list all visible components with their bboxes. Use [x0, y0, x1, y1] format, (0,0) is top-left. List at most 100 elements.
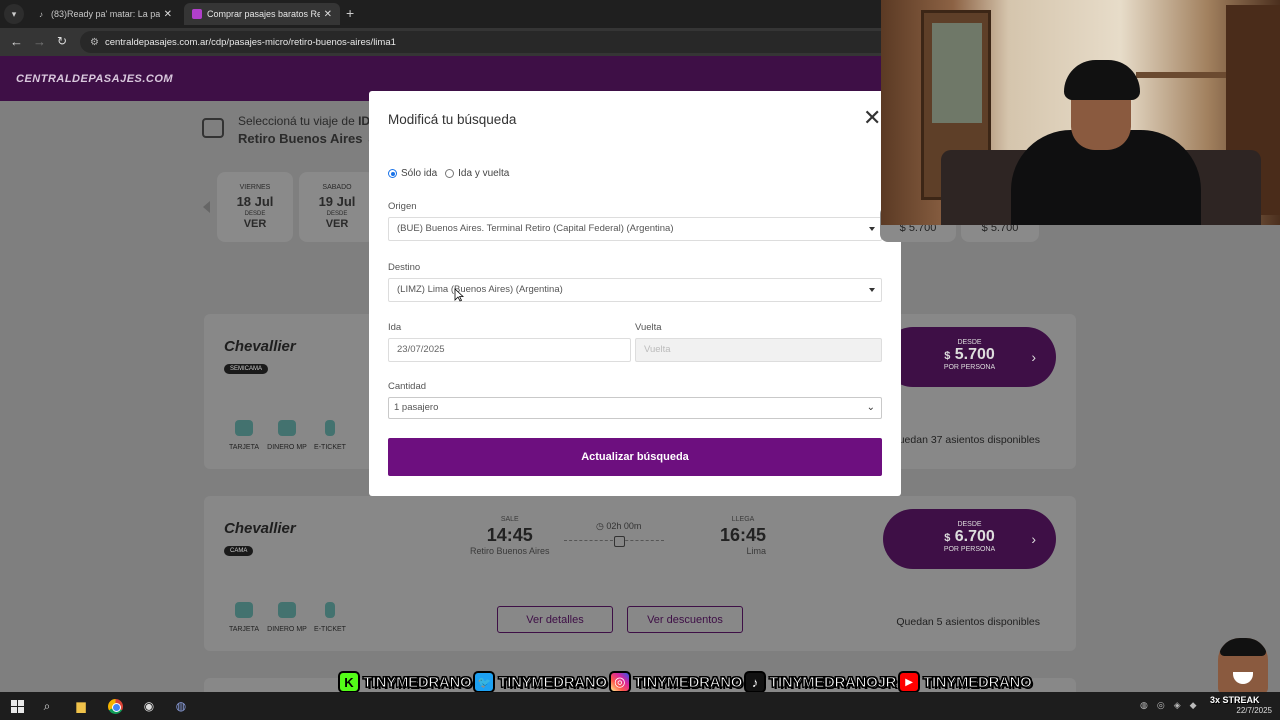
windows-icon: [10, 699, 24, 713]
update-search-button[interactable]: Actualizar búsqueda: [388, 438, 882, 476]
price-button[interactable]: DESDE $ 6.700 POR PERSONA ›: [883, 509, 1056, 569]
mercadopago-icon: [278, 420, 296, 436]
twitter-icon: 🐦: [473, 671, 496, 693]
trip-result-card: Chevallier CAMA SALE 14:45 Retiro Buenos…: [204, 496, 1076, 651]
amenity-card: TARJETA: [222, 602, 266, 633]
mouse-cursor-icon: [454, 288, 464, 302]
destination-value: (LIMZ) Lima (Buenos Aires) (Argentina): [397, 284, 563, 295]
duration-value: 02h 00m: [606, 521, 642, 531]
chrome-icon[interactable]: [106, 697, 124, 715]
close-tab-icon[interactable]: ✕: [324, 9, 332, 20]
date-value: 19 Jul: [318, 194, 356, 209]
tray-icon[interactable]: ◆: [1190, 700, 1197, 711]
date-desde: DESDE: [326, 211, 348, 217]
per-person: POR PERSONA: [943, 364, 996, 371]
tiktok-icon: ♪: [39, 9, 43, 19]
company-name: Chevallier: [224, 338, 296, 355]
seat-type-badge: CAMA: [224, 546, 254, 556]
origin-select[interactable]: (BUE) Buenos Aires. Terminal Retiro (Cap…: [388, 217, 882, 241]
social-instagram: ◎ TINYMEDRANO: [608, 671, 743, 693]
passenger-count-select[interactable]: 1 pasajero ⌄: [388, 397, 882, 419]
one-way-radio[interactable]: [388, 169, 397, 178]
arrival-time: 16:45: [720, 525, 767, 545]
site-logo[interactable]: CENTRALDEPASAJES.COM: [16, 73, 173, 85]
social-youtube: ▶ TINYMEDRANO: [898, 671, 1033, 693]
origin-value: (BUE) Buenos Aires. Terminal Retiro (Cap…: [397, 223, 674, 234]
sale-label: SALE: [500, 516, 519, 523]
browser-tab-active[interactable]: Comprar pasajes baratos Retiro ✕: [184, 3, 340, 25]
instagram-icon: ◎: [608, 671, 631, 693]
price-amount: 5.700: [954, 346, 995, 363]
modal-title: Modificá tu búsqueda: [388, 112, 517, 127]
site-icon: [192, 9, 202, 19]
streak-label: 3x STREAK: [1210, 695, 1260, 705]
price-desde: DESDE: [957, 521, 982, 528]
bus-icon: [614, 536, 625, 547]
social-kick: K TINYMEDRANO: [338, 671, 472, 693]
tray-icon[interactable]: ◈: [1174, 700, 1181, 711]
one-way-label[interactable]: Sólo ida: [401, 168, 437, 179]
price-currency: $: [944, 350, 951, 362]
social-tiktok: ♪ TINYMEDRANOJR: [744, 671, 897, 693]
amenity-label: TARJETA: [228, 626, 260, 633]
close-icon[interactable]: ✕: [863, 107, 881, 129]
new-tab-button[interactable]: +: [346, 5, 354, 21]
amenity-label: E-TICKET: [314, 626, 346, 633]
discord-tray-icon[interactable]: ◍: [1140, 700, 1148, 711]
url-text: centraldepasajes.com.ar/cdp/pasajes-micr…: [104, 36, 396, 48]
close-tab-icon[interactable]: ✕: [164, 9, 172, 20]
modify-search-modal: Modificá tu búsqueda ✕ Sólo ida Ida y vu…: [369, 91, 901, 496]
trip-select-text: Seleccioná tu viaje de: [238, 114, 355, 128]
amenity-mp: DINERO MP: [265, 420, 309, 451]
departure-time: 14:45: [486, 525, 533, 545]
trip-type-group: Sólo ida Ida y vuelta: [388, 168, 517, 179]
origin-label: Origen: [388, 201, 417, 212]
obs-icon[interactable]: ◉: [140, 697, 158, 715]
reload-icon[interactable]: ↻: [57, 34, 67, 48]
passenger-count-value: 1 pasajero: [394, 402, 439, 413]
site-info-icon[interactable]: ⚙: [90, 37, 99, 48]
arrival-block: LLEGA 16:45 Lima: [720, 516, 766, 556]
amenity-eticket: E-TICKET: [308, 420, 352, 451]
tab-search-button[interactable]: ▾: [4, 4, 24, 24]
social-handle: TINYMEDRANO: [923, 673, 1033, 691]
date-card[interactable]: SABADO 19 Jul DESDE VER: [299, 172, 375, 242]
credit-card-icon: [235, 602, 253, 618]
trip-duration: ◷ 02h 00m: [596, 521, 641, 532]
amenity-mp: DINERO MP: [265, 602, 309, 633]
amenity-label: E-TICKET: [314, 444, 346, 451]
forward-icon[interactable]: →: [33, 34, 46, 49]
dates-prev-arrow[interactable]: [203, 201, 210, 213]
ida-date-input[interactable]: 23/07/2025: [388, 338, 631, 362]
browser-tab[interactable]: ♪ (83)Ready pa' matar: La pasión d ✕: [28, 3, 180, 25]
trip-origin: Retiro Buenos Aires: [238, 131, 363, 146]
tiktok-icon: ♪: [744, 671, 767, 693]
date-card[interactable]: VIERNES 18 Jul DESDE VER: [217, 172, 293, 242]
vuelta-date-input[interactable]: Vuelta: [635, 338, 882, 362]
amenity-card: TARJETA: [222, 420, 266, 451]
amenity-label: DINERO MP: [267, 444, 307, 451]
seats-available: Quedan 5 asientos disponibles: [896, 616, 1040, 628]
amenity-label: DINERO MP: [267, 626, 307, 633]
social-handle: TINYMEDRANOJR: [769, 673, 897, 691]
dropdown-caret-icon: [869, 227, 875, 231]
price-amount: 6.700: [954, 528, 995, 545]
round-trip-label[interactable]: Ida y vuelta: [458, 168, 509, 179]
date-dow: SABADO: [322, 184, 352, 191]
file-explorer-icon[interactable]: ▆: [72, 697, 90, 715]
back-icon[interactable]: ←: [10, 34, 23, 49]
round-trip-radio[interactable]: [445, 169, 455, 178]
ida-label: Ida: [388, 322, 402, 333]
tab-title: Comprar pasajes baratos Retiro: [207, 9, 320, 19]
youtube-icon: ▶: [898, 671, 921, 693]
streak-avatar: [1218, 638, 1268, 694]
discounts-button[interactable]: Ver descuentos: [627, 606, 743, 633]
departure-block: SALE 14:45 Retiro Buenos Aires: [470, 516, 550, 556]
discord-icon[interactable]: ◍: [172, 697, 190, 715]
details-button[interactable]: Ver detalles: [497, 606, 613, 633]
clock-icon: ◷: [596, 521, 604, 531]
start-button[interactable]: [8, 697, 26, 715]
tray-icon[interactable]: ◎: [1157, 700, 1165, 711]
price-button[interactable]: DESDE $ 5.700 POR PERSONA ›: [883, 327, 1056, 387]
search-icon[interactable]: ⌕: [38, 697, 56, 715]
